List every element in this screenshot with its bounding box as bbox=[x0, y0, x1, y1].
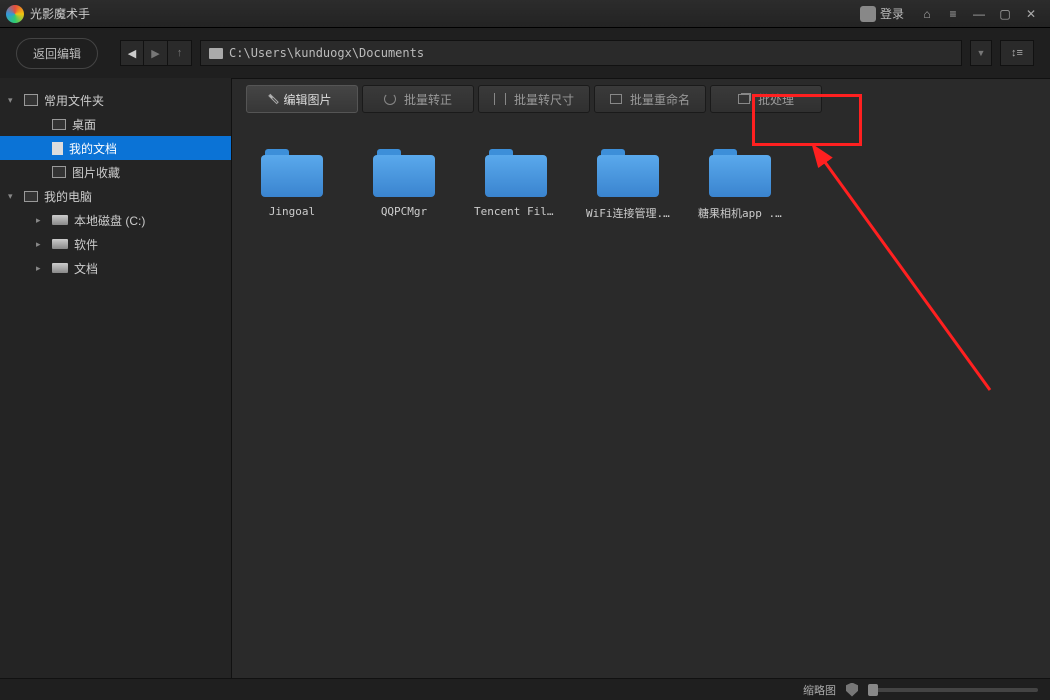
title-bar: 光影魔术手 登录 ⌂ ≡ — ▢ ✕ bbox=[0, 0, 1050, 28]
toolbar: 编辑图片 批量转正 批量转尺寸 批量重命名 批处理 bbox=[232, 79, 1050, 119]
expand-icon: ▸ bbox=[36, 263, 46, 274]
image-icon bbox=[52, 166, 66, 178]
collapse-icon: ▾ bbox=[8, 95, 18, 106]
rename-icon bbox=[610, 94, 622, 104]
folder-item[interactable]: 糖果相机app ... bbox=[698, 149, 782, 221]
disk-icon bbox=[52, 239, 68, 249]
folder-item[interactable]: QQPCMgr bbox=[362, 149, 446, 221]
thumbnail-label: 缩略图 bbox=[803, 682, 836, 698]
batch-rotate-button[interactable]: 批量转正 bbox=[362, 85, 474, 113]
nav-bar: 返回编辑 ◀ ▶ ↑ C:\Users\kunduogx\Documents ▼… bbox=[0, 28, 1050, 78]
button-label: 批量重命名 bbox=[630, 91, 690, 108]
sidebar-label: 本地磁盘 (C:) bbox=[74, 212, 145, 229]
path-bar[interactable]: C:\Users\kunduogx\Documents bbox=[200, 40, 962, 66]
button-label: 批量转正 bbox=[404, 91, 452, 108]
folder-item[interactable]: Jingoal bbox=[250, 149, 334, 221]
login-button[interactable]: 登录 bbox=[860, 5, 904, 22]
status-bar: 缩略图 bbox=[0, 678, 1050, 700]
sidebar-label: 桌面 bbox=[72, 116, 96, 133]
folder-group-icon bbox=[24, 94, 38, 106]
sidebar-label: 我的电脑 bbox=[44, 188, 92, 205]
sidebar-item-drive-c[interactable]: ▸ 本地磁盘 (C:) bbox=[0, 208, 231, 232]
sidebar-my-computer[interactable]: ▾ 我的电脑 bbox=[0, 184, 231, 208]
sidebar-item-my-documents[interactable]: 我的文档 bbox=[0, 136, 231, 160]
path-text: C:\Users\kunduogx\Documents bbox=[229, 46, 424, 60]
path-dropdown-button[interactable]: ▼ bbox=[970, 40, 992, 66]
sidebar-label: 我的文档 bbox=[69, 140, 117, 157]
login-label: 登录 bbox=[880, 5, 904, 22]
computer-icon bbox=[24, 191, 38, 202]
settings-dropdown-button[interactable]: ≡ bbox=[940, 3, 966, 25]
collapse-icon: ▾ bbox=[8, 191, 18, 202]
disk-icon bbox=[52, 263, 68, 273]
button-label: 批量转尺寸 bbox=[514, 91, 574, 108]
minimize-button[interactable]: — bbox=[966, 3, 992, 25]
close-button[interactable]: ✕ bbox=[1018, 3, 1044, 25]
app-logo-icon bbox=[6, 5, 24, 23]
rotate-icon bbox=[384, 93, 396, 105]
batch-rename-button[interactable]: 批量重命名 bbox=[594, 85, 706, 113]
folder-item[interactable]: Tencent Files bbox=[474, 149, 558, 221]
resize-icon bbox=[494, 93, 506, 105]
maximize-button[interactable]: ▢ bbox=[992, 3, 1018, 25]
folder-icon bbox=[709, 149, 771, 197]
folder-icon bbox=[597, 149, 659, 197]
folder-label: WiFi连接管理... bbox=[586, 205, 670, 221]
folder-icon bbox=[261, 149, 323, 197]
folder-grid: Jingoal QQPCMgr Tencent Files WiFi连接管理..… bbox=[232, 119, 1050, 678]
sidebar-item-drive-docs[interactable]: ▸ 文档 bbox=[0, 256, 231, 280]
folder-label: QQPCMgr bbox=[381, 205, 427, 218]
button-label: 批处理 bbox=[758, 91, 794, 108]
folder-label: Tencent Files bbox=[474, 205, 558, 218]
avatar-icon bbox=[860, 6, 876, 22]
batch-icon bbox=[738, 94, 750, 104]
folder-label: 糖果相机app ... bbox=[698, 205, 782, 221]
app-title: 光影魔术手 bbox=[30, 5, 90, 22]
sidebar-label: 常用文件夹 bbox=[44, 92, 104, 109]
button-label: 编辑图片 bbox=[283, 91, 331, 108]
expand-icon: ▸ bbox=[36, 239, 46, 250]
batch-process-button[interactable]: 批处理 bbox=[710, 85, 822, 113]
folder-label: Jingoal bbox=[269, 205, 315, 218]
expand-icon: ▸ bbox=[36, 215, 46, 226]
sidebar-label: 图片收藏 bbox=[72, 164, 120, 181]
thumbnail-size-slider[interactable] bbox=[868, 688, 1038, 692]
sidebar: ▾ 常用文件夹 桌面 我的文档 图片收藏 ▾ 我的电脑 ▸ 本地磁盘 (C:) … bbox=[0, 78, 232, 678]
sidebar-common-folders[interactable]: ▾ 常用文件夹 bbox=[0, 88, 231, 112]
folder-icon bbox=[373, 149, 435, 197]
nav-forward-button[interactable]: ▶ bbox=[144, 40, 168, 66]
pencil-icon bbox=[269, 94, 280, 105]
home-button[interactable]: ⌂ bbox=[914, 3, 940, 25]
batch-resize-button[interactable]: 批量转尺寸 bbox=[478, 85, 590, 113]
shield-icon bbox=[846, 683, 858, 697]
sidebar-item-drive-software[interactable]: ▸ 软件 bbox=[0, 232, 231, 256]
nav-back-button[interactable]: ◀ bbox=[120, 40, 144, 66]
disk-icon bbox=[52, 215, 68, 225]
edit-image-button[interactable]: 编辑图片 bbox=[246, 85, 358, 113]
nav-up-button[interactable]: ↑ bbox=[168, 40, 192, 66]
slider-thumb[interactable] bbox=[868, 684, 878, 696]
folder-icon bbox=[485, 149, 547, 197]
sidebar-label: 软件 bbox=[74, 236, 98, 253]
sort-button[interactable]: ↕≡ bbox=[1000, 40, 1034, 66]
folder-icon bbox=[209, 48, 223, 59]
sidebar-item-favorites[interactable]: 图片收藏 bbox=[0, 160, 231, 184]
back-to-editor-button[interactable]: 返回编辑 bbox=[16, 38, 98, 69]
document-icon bbox=[52, 142, 63, 155]
sidebar-item-desktop[interactable]: 桌面 bbox=[0, 112, 231, 136]
desktop-icon bbox=[52, 119, 66, 130]
content-area: 编辑图片 批量转正 批量转尺寸 批量重命名 批处理 Jingoal bbox=[232, 78, 1050, 678]
sidebar-label: 文档 bbox=[74, 260, 98, 277]
folder-item[interactable]: WiFi连接管理... bbox=[586, 149, 670, 221]
